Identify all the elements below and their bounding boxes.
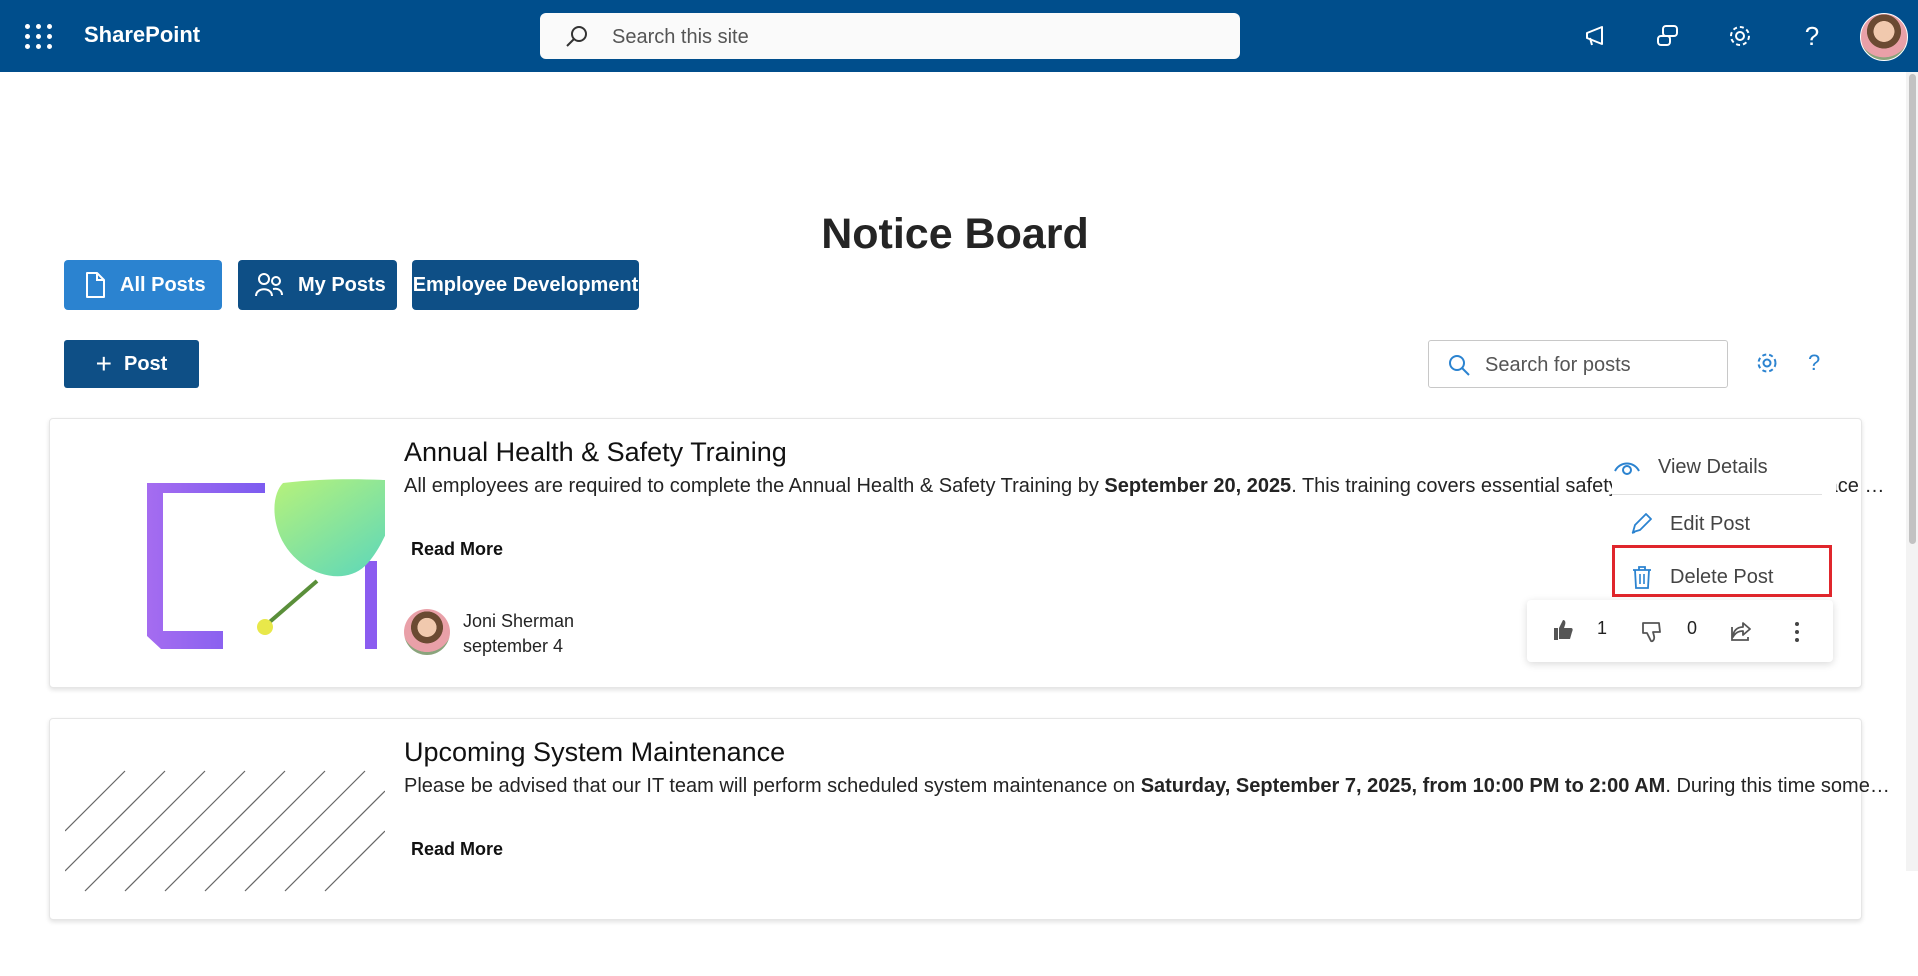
tab-label: Employee Development <box>412 273 639 296</box>
gear-icon[interactable] <box>1754 350 1780 381</box>
post-thumbnail <box>65 431 385 676</box>
read-more-link[interactable]: Read More <box>411 839 503 860</box>
read-more-link[interactable]: Read More <box>411 539 503 560</box>
eye-icon <box>1614 462 1640 475</box>
post-excerpt: Please be advised that our IT team will … <box>404 775 1894 797</box>
new-post-button[interactable]: + Post <box>64 340 199 388</box>
gear-icon[interactable] <box>1722 18 1758 54</box>
highlight-box <box>1612 545 1832 597</box>
document-icon <box>86 272 105 298</box>
help-icon[interactable]: ? <box>1794 18 1830 54</box>
post-search-input[interactable] <box>1483 341 1717 389</box>
tab-employee-development[interactable]: Employee Development <box>412 260 639 310</box>
new-post-label: Post <box>124 352 168 375</box>
more-options-icon[interactable] <box>1792 620 1802 644</box>
share-icon[interactable] <box>1729 619 1753 643</box>
megaphone-icon[interactable] <box>1578 18 1614 54</box>
author-avatar <box>404 609 450 655</box>
menu-divider <box>1612 494 1822 495</box>
pencil-icon <box>1631 513 1652 534</box>
dislike-count: 0 <box>1687 618 1698 638</box>
reactions-bar: 1 0 <box>1527 600 1833 662</box>
post-date: september 4 <box>463 636 564 656</box>
scrollbar-thumb[interactable] <box>1909 74 1916 544</box>
thumbs-down-icon[interactable] <box>1639 620 1663 644</box>
help-icon[interactable]: ? <box>1808 350 1820 376</box>
site-search-box[interactable] <box>540 13 1240 61</box>
switch-icon[interactable] <box>1650 18 1686 54</box>
search-icon <box>1449 355 1470 376</box>
app-name[interactable]: SharePoint <box>84 22 200 48</box>
site-search-input[interactable] <box>610 13 1214 61</box>
search-icon <box>566 26 587 47</box>
tab-label: All Posts <box>120 273 206 296</box>
tab-all-posts[interactable]: All Posts <box>64 260 222 310</box>
post-card[interactable]: Upcoming System Maintenance Please be ad… <box>49 718 1894 920</box>
author-name: Joni Sherman <box>463 611 575 631</box>
like-count: 1 <box>1597 618 1608 638</box>
tab-my-posts[interactable]: My Posts <box>238 260 397 310</box>
thumbs-up-icon[interactable] <box>1551 618 1575 642</box>
edit-post-menu-item[interactable]: Edit Post <box>1612 503 1852 545</box>
post-thumbnail <box>65 731 385 976</box>
waffle-icon[interactable] <box>20 20 52 52</box>
menu-item-label: Edit Post <box>1670 512 1751 535</box>
avatar[interactable] <box>1860 13 1908 61</box>
people-icon <box>255 273 283 297</box>
view-details-menu-item[interactable]: View Details <box>1612 446 1836 488</box>
menu-item-label: View Details <box>1658 455 1768 478</box>
tab-label: My Posts <box>298 273 386 296</box>
suite-bar: SharePoint ? <box>0 0 1918 72</box>
plus-icon: + <box>95 348 112 379</box>
post-title[interactable]: Annual Health & Safety Training <box>404 437 787 468</box>
post-search-box[interactable] <box>1428 340 1728 389</box>
post-title[interactable]: Upcoming System Maintenance <box>404 737 785 768</box>
page-title: Notice Board <box>821 210 1089 258</box>
